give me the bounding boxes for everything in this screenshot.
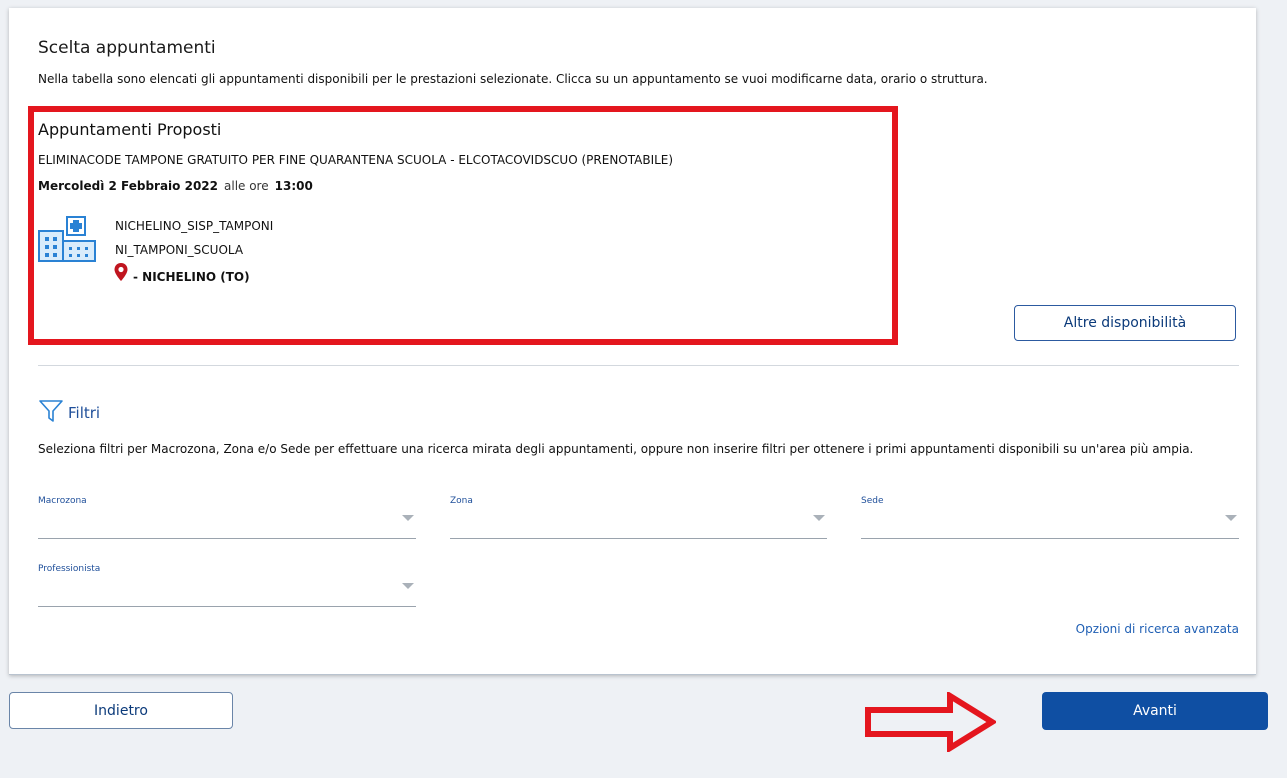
hospital-building-icon bbox=[38, 216, 96, 262]
service-name: ELIMINACODE TAMPONE GRATUITO PER FINE QU… bbox=[38, 153, 674, 167]
page-title: Scelta appuntamenti bbox=[38, 38, 216, 58]
structure-unit: NI_TAMPONI_SCUOLA bbox=[115, 243, 244, 257]
structure-city: - NICHELINO (TO) bbox=[133, 270, 250, 284]
macrozona-select[interactable]: Macrozona bbox=[38, 496, 416, 540]
indietro-button[interactable]: Indietro bbox=[9, 692, 233, 729]
chevron-down-icon bbox=[402, 583, 414, 589]
professionista-label: Professionista bbox=[38, 564, 101, 574]
chevron-down-icon bbox=[1225, 515, 1237, 521]
altre-disponibilita-button[interactable]: Altre disponibilità bbox=[1014, 305, 1236, 341]
professionista-select[interactable]: Professionista bbox=[38, 564, 416, 608]
zona-underline bbox=[450, 538, 827, 539]
chevron-down-icon bbox=[402, 515, 414, 521]
proposed-appointments-title: Appuntamenti Proposti bbox=[38, 120, 222, 139]
appointment-datetime: Mercoledì 2 Febbraio 2022 alle ore 13:00 bbox=[38, 179, 313, 193]
section-divider bbox=[38, 365, 1239, 366]
macrozona-underline bbox=[38, 538, 416, 539]
location-pin-icon bbox=[114, 263, 128, 281]
filters-title: Filtri bbox=[68, 404, 101, 422]
advanced-search-link[interactable]: Opzioni di ricerca avanzata bbox=[1076, 622, 1239, 636]
zona-select[interactable]: Zona bbox=[450, 496, 827, 540]
appointment-card: Scelta appuntamenti Nella tabella sono e… bbox=[9, 8, 1256, 675]
appointment-time: 13:00 bbox=[274, 179, 313, 193]
chevron-down-icon bbox=[813, 515, 825, 521]
sede-label: Sede bbox=[861, 496, 884, 506]
zona-label: Zona bbox=[450, 496, 473, 506]
structure-name: NICHELINO_SISP_TAMPONI bbox=[115, 219, 274, 233]
red-arrow-annotation bbox=[865, 692, 996, 752]
sede-select[interactable]: Sede bbox=[861, 496, 1239, 540]
page-subtitle: Nella tabella sono elencati gli appuntam… bbox=[38, 72, 988, 86]
filters-description: Seleziona filtri per Macrozona, Zona e/o… bbox=[38, 442, 1194, 456]
time-prefix: alle ore bbox=[224, 179, 269, 193]
appointment-date: Mercoledì 2 Febbraio 2022 bbox=[38, 179, 218, 193]
macrozona-label: Macrozona bbox=[38, 496, 87, 506]
sede-underline bbox=[861, 538, 1239, 539]
funnel-icon bbox=[39, 400, 63, 422]
professionista-underline bbox=[38, 606, 416, 607]
avanti-button[interactable]: Avanti bbox=[1042, 692, 1268, 730]
